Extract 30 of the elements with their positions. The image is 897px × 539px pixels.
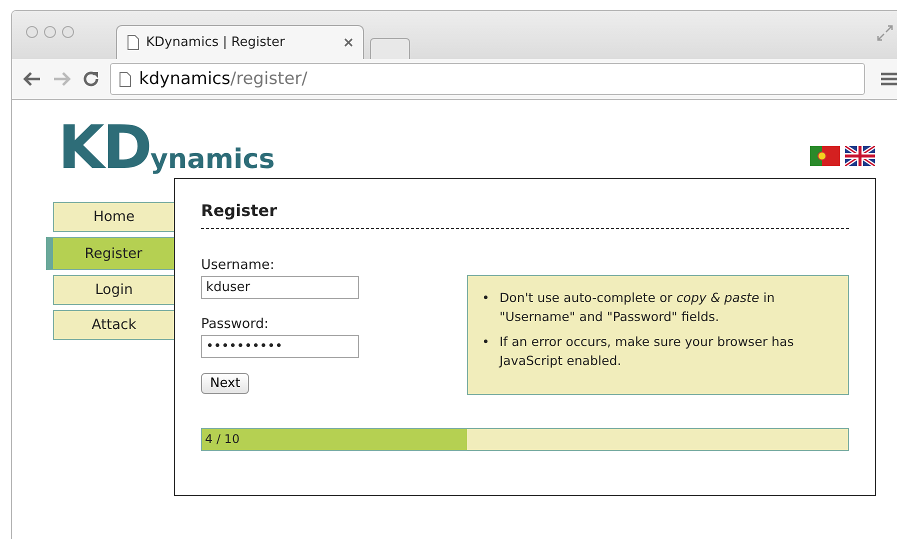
site-logo: KDynamics	[58, 118, 275, 178]
page-icon	[127, 35, 139, 50]
close-tab-icon[interactable]	[344, 38, 353, 47]
bullet: •	[482, 333, 490, 351]
new-tab-button[interactable]	[370, 38, 410, 59]
page-icon	[119, 72, 131, 86]
bullet: •	[482, 289, 490, 307]
info-note: Don't use auto-complete or copy & paste in "Username" and "Password" fields.	[499, 289, 776, 326]
nav-item[interactable]: Register	[46, 237, 174, 270]
username-field[interactable]: kduser	[201, 276, 359, 299]
nav-item[interactable]: Home	[53, 202, 174, 232]
flag-icon[interactable]	[845, 146, 875, 166]
close-window-button[interactable]	[26, 26, 38, 38]
nav-item[interactable]: Attack	[53, 310, 174, 340]
password-field[interactable]: ••••••••••	[201, 335, 359, 358]
panel-title: Register	[201, 201, 849, 229]
browser-tab[interactable]: KDynamics | Register	[116, 25, 364, 59]
next-button[interactable]: Next	[201, 373, 250, 394]
info-note: If an error occurs, make sure your browser has JavaScript enabled.	[499, 333, 795, 370]
progress-label: 4 / 10	[205, 432, 240, 446]
field-label: Password:	[201, 316, 269, 332]
minimize-window-button[interactable]	[44, 26, 56, 38]
field-label: Username:	[201, 257, 274, 273]
zoom-window-button[interactable]	[62, 26, 74, 38]
fullscreen-icon[interactable]	[877, 25, 893, 41]
back-icon[interactable]	[22, 71, 42, 87]
reload-icon[interactable]	[82, 70, 100, 88]
address-bar[interactable]: kdynamics/register/	[110, 63, 865, 95]
nav-item[interactable]: Login	[53, 275, 174, 305]
menu-icon[interactable]	[881, 71, 897, 87]
